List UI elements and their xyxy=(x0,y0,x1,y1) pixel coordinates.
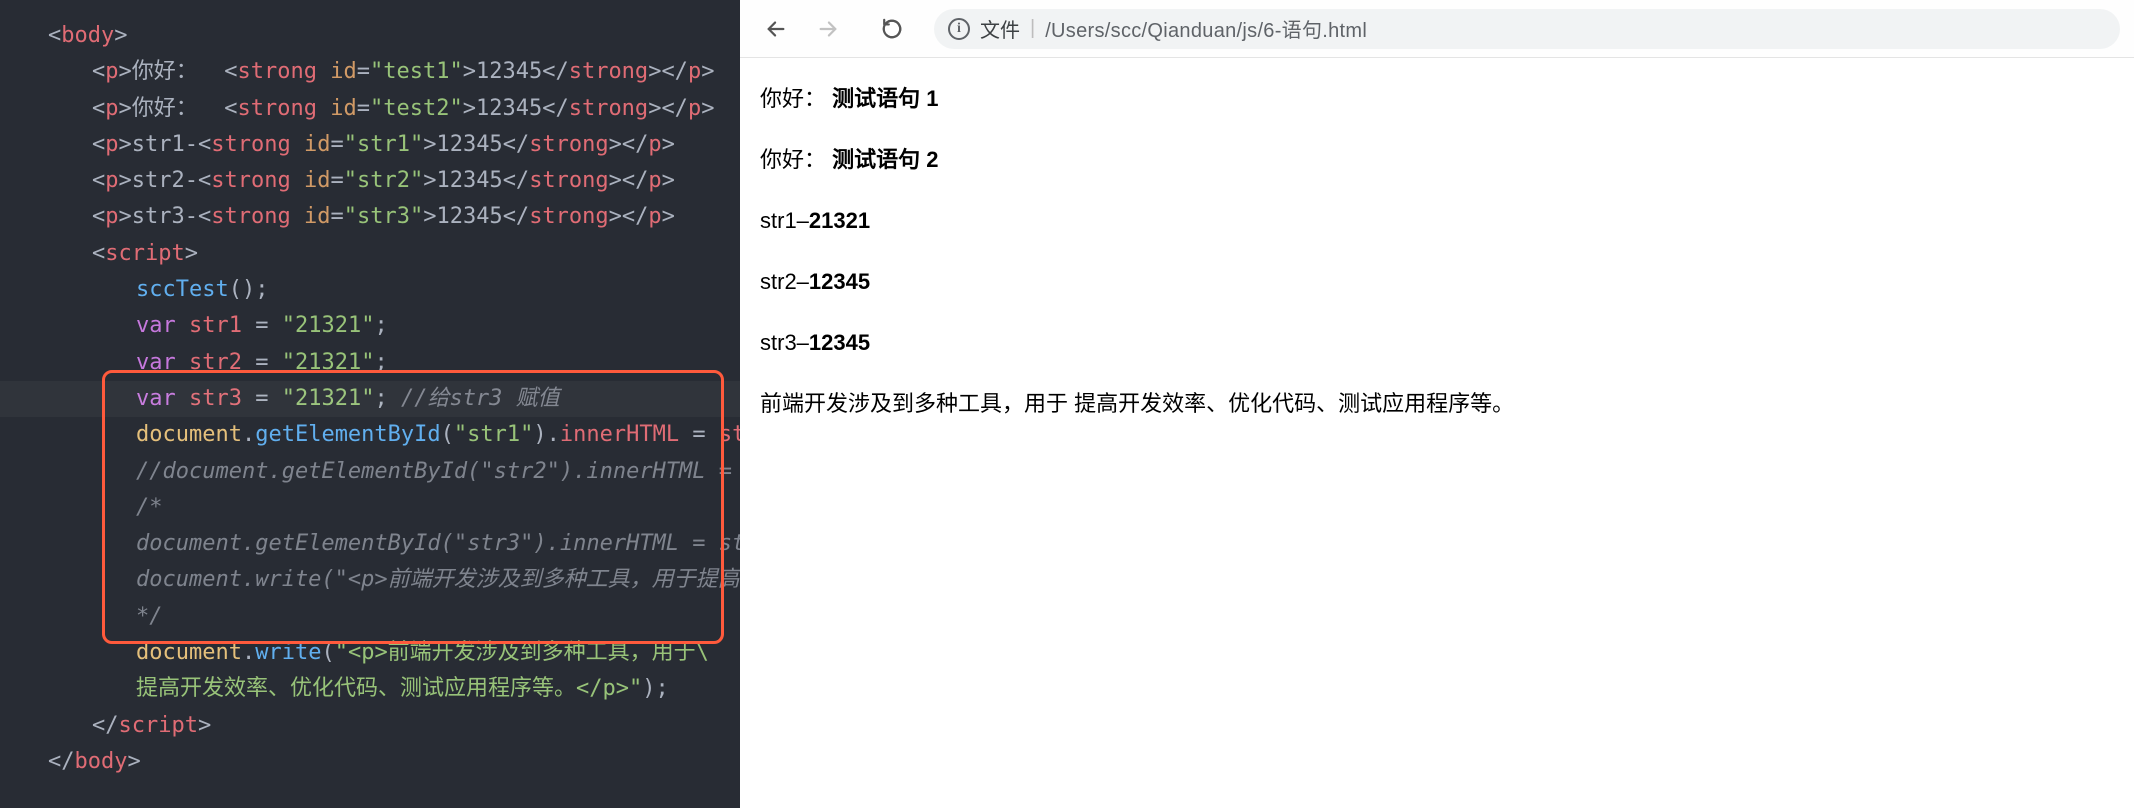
code-line[interactable]: var str1 = "21321"; xyxy=(48,308,740,344)
reload-button[interactable] xyxy=(870,7,914,51)
browser-toolbar: i 文件 | /Users/scc/Qianduan/js/6-语句.html xyxy=(740,0,2134,58)
code-editor-pane[interactable]: <body><p>你好： <strong id="test1">12345</s… xyxy=(0,0,740,808)
code-line[interactable]: document.write("<p>前端开发涉及到多种工具，用于\ xyxy=(48,635,740,671)
output-line-3: str1–21321 xyxy=(760,204,2114,237)
code-line[interactable]: <p>str3-<strong id="str3">12345</strong>… xyxy=(48,199,740,235)
code-line[interactable]: */ xyxy=(48,599,740,635)
address-bar[interactable]: i 文件 | /Users/scc/Qianduan/js/6-语句.html xyxy=(934,9,2120,49)
code-line[interactable]: <body> xyxy=(48,18,740,54)
code-line[interactable]: </body> xyxy=(48,744,740,780)
rendered-page: 你好： 测试语句 1 你好： 测试语句 2 str1–21321 str2–12… xyxy=(740,58,2134,472)
output-line-6: 前端开发涉及到多种工具，用于 提高开发效率、优化代码、测试应用程序等。 xyxy=(760,387,2114,420)
code-line[interactable]: sccTest(); xyxy=(48,272,740,308)
code-line[interactable]: <p>str2-<strong id="str2">12345</strong>… xyxy=(48,163,740,199)
code-lines-container[interactable]: <body><p>你好： <strong id="test1">12345</s… xyxy=(48,18,740,780)
code-line[interactable]: <script> xyxy=(48,236,740,272)
output-line-2: 你好： 测试语句 2 xyxy=(760,143,2114,176)
address-path: /Users/scc/Qianduan/js/6-语句.html xyxy=(1045,14,1367,43)
address-separator: | xyxy=(1030,17,1035,40)
output-line-1: 你好： 测试语句 1 xyxy=(760,82,2114,115)
address-scheme-label: 文件 xyxy=(980,14,1020,43)
arrow-right-icon xyxy=(817,18,839,40)
code-line[interactable]: document.getElementById("str3").innerHTM… xyxy=(48,526,740,562)
output-line-4: str2–12345 xyxy=(760,265,2114,298)
back-button[interactable] xyxy=(754,7,798,51)
reload-icon xyxy=(881,18,903,40)
info-icon: i xyxy=(948,18,970,40)
browser-pane: i 文件 | /Users/scc/Qianduan/js/6-语句.html … xyxy=(740,0,2134,808)
output-line-5: str3–12345 xyxy=(760,326,2114,359)
forward-button[interactable] xyxy=(806,7,850,51)
code-line[interactable]: var str3 = "21321"; //给str3 赋值 xyxy=(48,381,740,417)
code-line[interactable]: 提高开发效率、优化代码、测试应用程序等。</p>"); xyxy=(48,671,740,707)
code-line[interactable]: /* xyxy=(48,490,740,526)
arrow-left-icon xyxy=(765,18,787,40)
code-line[interactable]: <p>你好： <strong id="test2">12345</strong>… xyxy=(48,91,740,127)
code-line[interactable]: </script> xyxy=(48,708,740,744)
code-line[interactable]: <p>你好： <strong id="test1">12345</strong>… xyxy=(48,54,740,90)
code-line[interactable]: <p>str1-<strong id="str1">12345</strong>… xyxy=(48,127,740,163)
code-line[interactable]: document.write("<p>前端开发涉及到多种工具，用于提高开发效率、… xyxy=(48,562,740,598)
code-line[interactable]: var str2 = "21321"; xyxy=(48,345,740,381)
code-line[interactable]: //document.getElementById("str2").innerH… xyxy=(48,454,740,490)
code-line[interactable]: document.getElementById("str1").innerHTM… xyxy=(48,417,740,453)
